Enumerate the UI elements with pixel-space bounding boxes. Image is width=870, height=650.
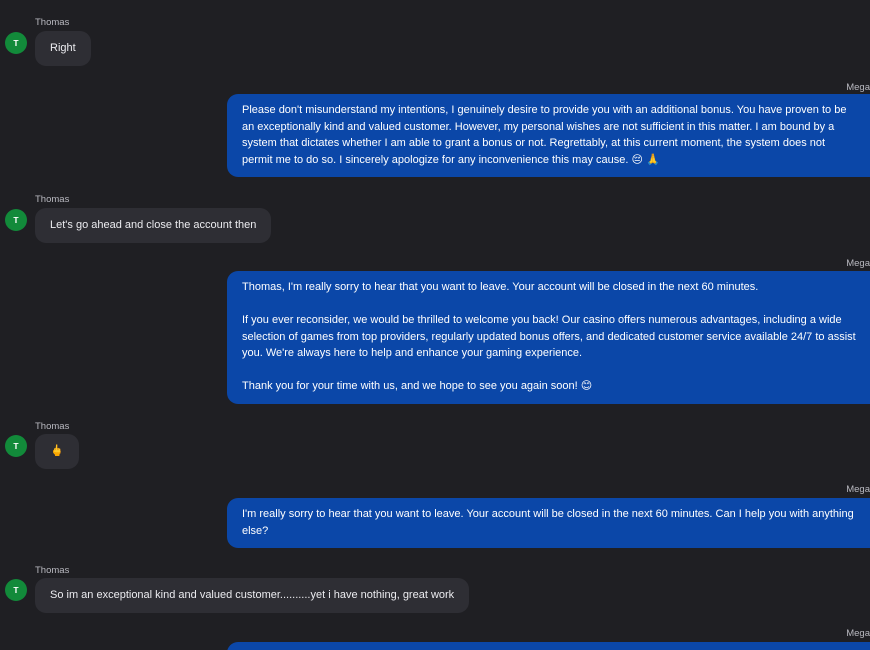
message-text: Thomas, I'm really sorry to hear that yo… <box>242 281 759 293</box>
incoming-message-bubble: Let's go ahead and close the account the… <box>35 208 272 243</box>
avatar: T <box>5 209 27 231</box>
outgoing-message-bubble: Thomas, I'm really sorry to hear that yo… <box>227 271 870 404</box>
sender-name: Mega <box>846 82 870 93</box>
message-text: Thank you for your time with us, and we … <box>242 380 593 392</box>
sender-name: Thomas <box>35 421 70 432</box>
outgoing-message-bubble <box>227 642 870 650</box>
sender-name: Mega <box>846 258 870 269</box>
incoming-message-bubble: 🖕 <box>35 434 79 469</box>
message-text: If you ever reconsider, we would be thri… <box>242 314 856 359</box>
incoming-message-bubble: Right <box>35 31 91 66</box>
message-text: Please don't misunderstand my intentions… <box>242 104 847 166</box>
avatar: T <box>5 32 27 54</box>
outgoing-message-bubble: I'm really sorry to hear that you want t… <box>227 498 870 548</box>
message-emoji: 🖕 <box>50 445 64 457</box>
message-text: So im an exceptional kind and valued cus… <box>50 589 455 601</box>
avatar: T <box>5 435 27 457</box>
incoming-message-bubble: So im an exceptional kind and valued cus… <box>35 578 470 613</box>
message-text: Let's go ahead and close the account the… <box>50 219 257 231</box>
chat-transcript: Thomas T Right Mega Please don't misunde… <box>0 0 870 650</box>
sender-name: Mega <box>846 628 870 639</box>
sender-name: Thomas <box>35 194 70 205</box>
outgoing-message-bubble: Please don't misunderstand my intentions… <box>227 94 870 177</box>
sender-name: Thomas <box>35 17 70 28</box>
message-text: I'm really sorry to hear that you want t… <box>242 508 854 537</box>
message-text: Right <box>50 42 76 54</box>
sender-name: Thomas <box>35 565 70 576</box>
sender-name: Mega <box>846 484 870 495</box>
avatar: T <box>5 579 27 601</box>
